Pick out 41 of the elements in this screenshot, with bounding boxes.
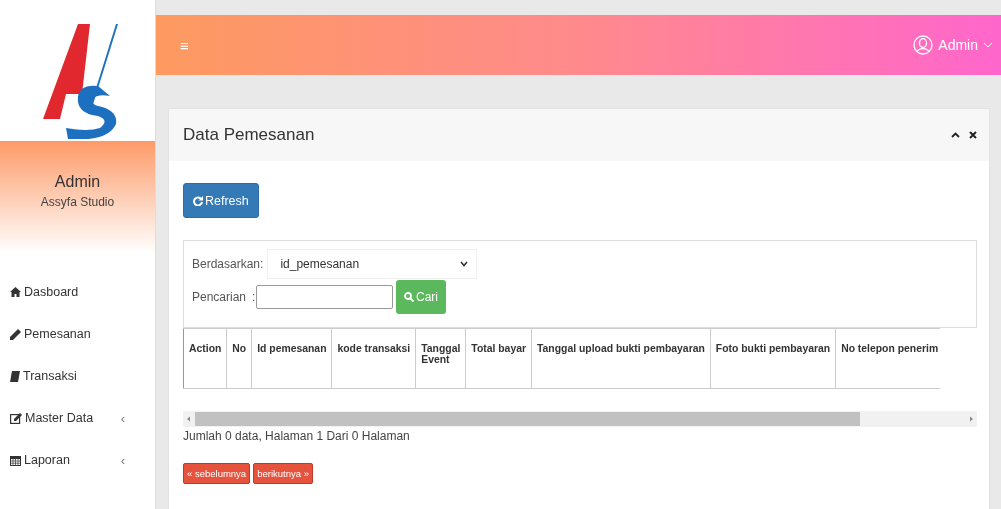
sidebar-item[interactable]: Laporan [24,453,70,467]
chevron-icon: ‹ [120,452,125,468]
column-header: kode transaksi [332,328,416,389]
column-header: Tanggal Event [415,328,466,389]
user-icon [913,35,934,55]
dropdown-caret-icon [460,260,469,267]
collapse-icon[interactable] [951,132,960,138]
edit-icon [10,412,22,424]
refresh-button[interactable]: Refresh [183,183,259,218]
filter-label: Berdasarkan: [192,256,264,271]
chevron-down-icon [983,42,993,48]
column-header: No [226,328,252,389]
next-button[interactable]: berikutnya » [253,463,313,484]
pencil-icon [10,328,21,340]
panel-title: Data Pemesanan [183,125,315,145]
colon-separator: : [252,289,256,304]
column-header: Tanggal upload bukti pembayaran [531,328,711,389]
pagination-summary: Jumlah 0 data, Halaman 1 Dari 0 Halaman [183,429,411,443]
sidebar-item[interactable]: Dasboard [24,285,79,299]
chevron-icon: ‹ [120,410,125,426]
column-header: No telepon penerim [835,328,941,389]
sidebar-item[interactable]: Transaksi [23,369,77,383]
search-label: Pencarian [192,289,248,304]
column-header: Total bayar [465,328,532,389]
column-header: Id pemesanan [251,328,332,389]
column-header: Action [183,328,227,389]
refresh-icon [193,195,203,206]
search-icon [404,291,414,302]
home-icon [10,287,21,297]
close-icon[interactable] [969,131,977,139]
previous-button[interactable]: « sebelumnya [183,463,251,484]
user-subtitle: Assyfa Studio [40,195,115,209]
sidebar-item[interactable]: Master Data [25,411,94,425]
sidebar-item[interactable]: Pemesanan [24,327,91,341]
horizontal-scrollbar[interactable] [183,411,977,427]
user-name: Admin [54,173,101,191]
filter-select[interactable]: id_pemesanan [267,248,478,279]
column-header: Foto bukti pembayaran [710,328,836,389]
calendar-icon [10,454,21,466]
search-field[interactable] [256,284,393,309]
book-icon [10,370,20,382]
